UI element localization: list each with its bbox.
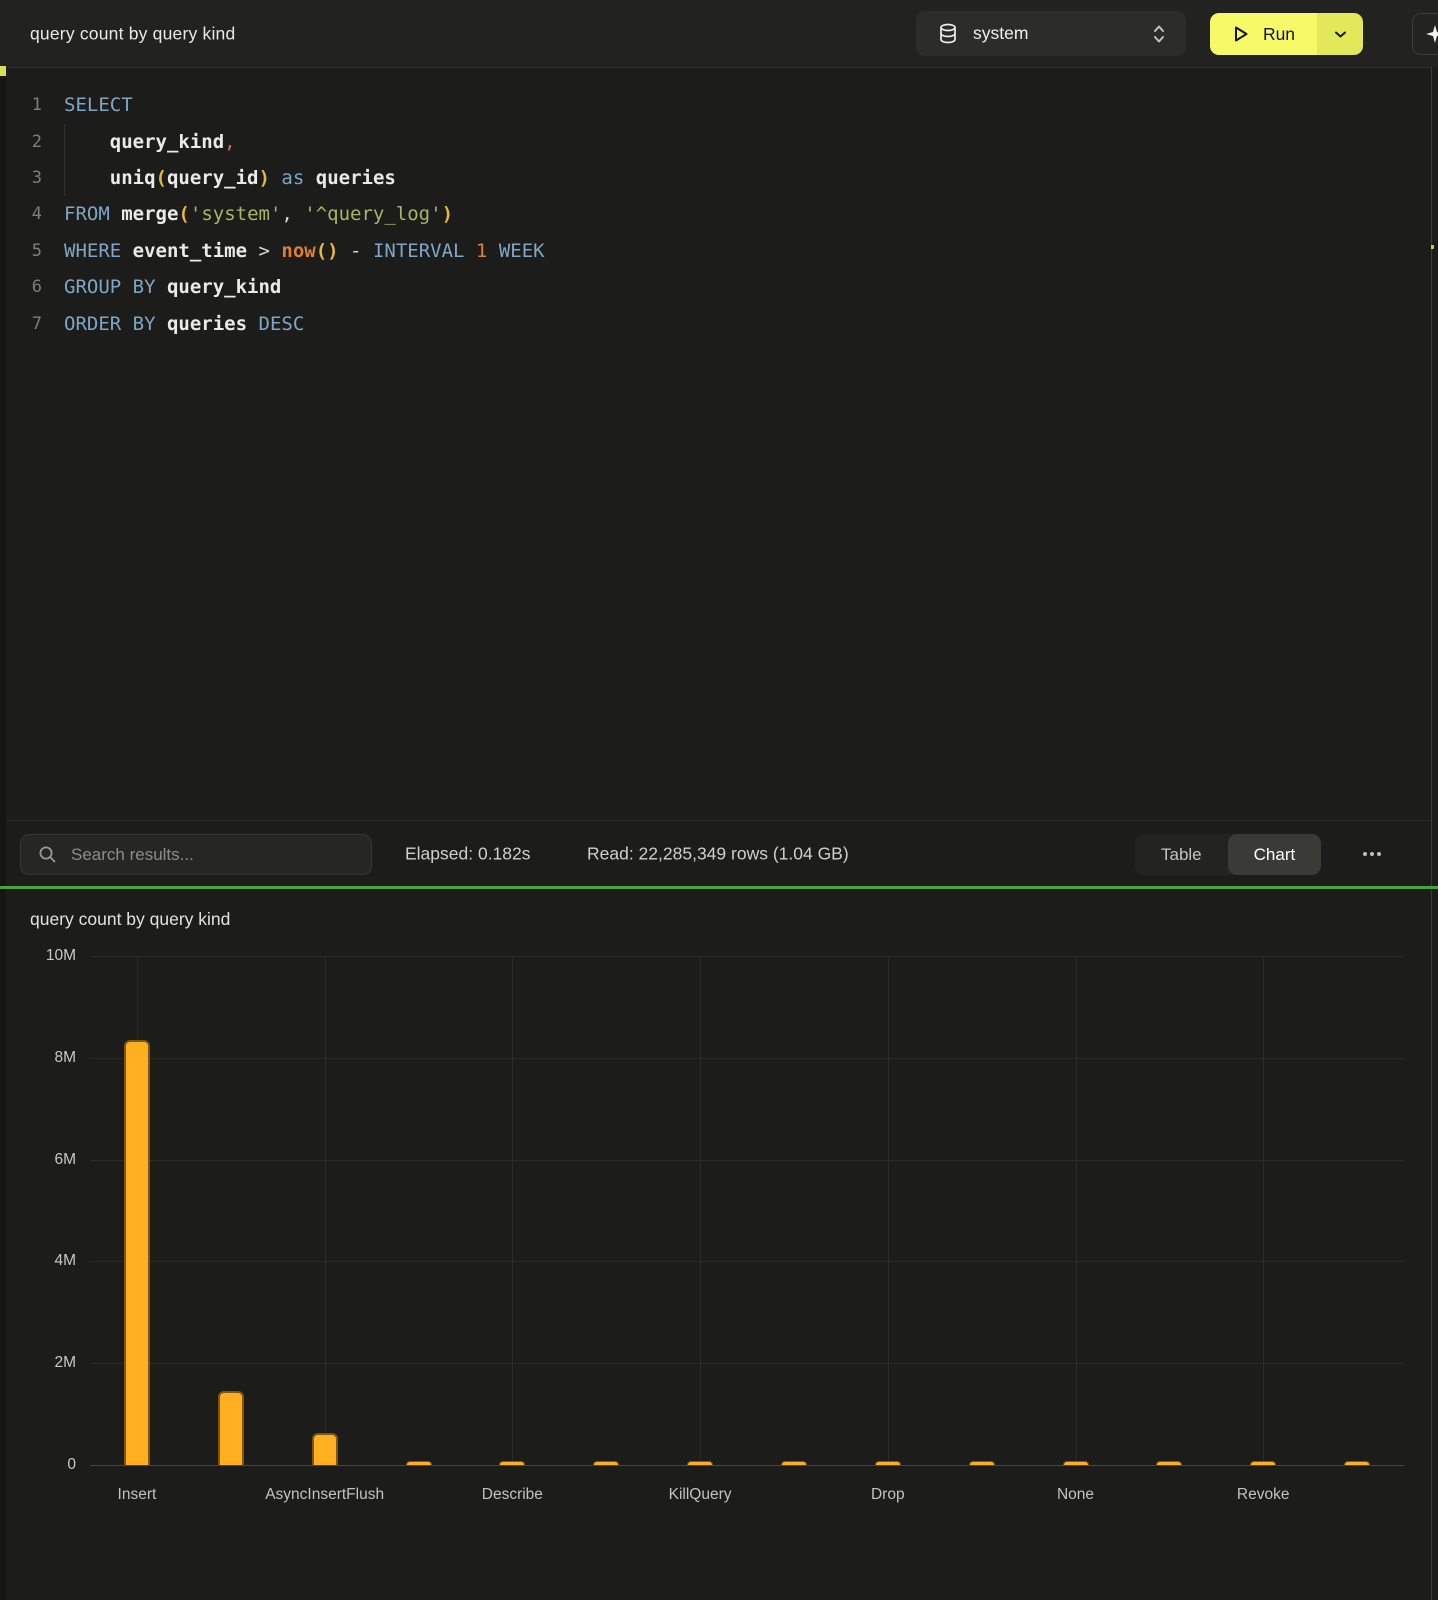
elapsed-stat: Elapsed: 0.182s	[405, 843, 531, 864]
sql-editor[interactable]: 1SELECT2 query_kind,3 uniq(query_id) as …	[6, 67, 1431, 820]
bar[interactable]	[781, 1461, 807, 1465]
grid-line-x	[1263, 956, 1264, 1465]
y-tick-label: 10M	[46, 947, 76, 965]
tab-table[interactable]: Table	[1135, 834, 1228, 875]
database-selector[interactable]: system	[916, 11, 1186, 56]
play-icon	[1232, 24, 1250, 44]
bar[interactable]	[593, 1461, 619, 1465]
bar[interactable]	[312, 1433, 338, 1465]
y-tick-label: 0	[67, 1456, 76, 1474]
grid-line-y	[90, 956, 1404, 957]
search-results-input[interactable]	[69, 844, 354, 866]
grid-line-y	[90, 1160, 1404, 1161]
y-tick-label: 4M	[54, 1252, 76, 1270]
code-text: FROM merge('system', '^query_log')	[64, 203, 453, 225]
grid-line-x	[512, 956, 513, 1465]
code-line[interactable]: 6 GROUP BY query_kind	[6, 269, 1431, 305]
bar[interactable]	[875, 1461, 901, 1465]
assist-button[interactable]	[1412, 13, 1438, 55]
indent-guide	[64, 124, 65, 196]
search-icon	[38, 845, 57, 864]
code-text: uniq(query_id) as queries	[64, 167, 396, 189]
line-number: 2	[6, 132, 42, 152]
line-number: 1	[6, 95, 42, 115]
line-number: 6	[6, 277, 42, 297]
x-tick-label: Revoke	[1153, 1486, 1373, 1504]
grid-line-y	[90, 1363, 1404, 1364]
run-button[interactable]: Run	[1210, 13, 1363, 55]
code-line[interactable]: 2 query_kind,	[6, 123, 1431, 159]
code-text: query_kind,	[64, 131, 236, 153]
bar[interactable]	[406, 1461, 432, 1465]
code-line[interactable]: 4 FROM merge('system', '^query_log')	[6, 196, 1431, 232]
chart-panel: query count by query kind 0 2M 4M 6M 8M 10M I…	[6, 889, 1431, 1600]
more-icon	[1363, 852, 1367, 856]
bar[interactable]	[218, 1391, 244, 1465]
search-results-box[interactable]	[20, 834, 372, 875]
chart-title: query count by query kind	[30, 909, 230, 930]
code-text: GROUP BY query_kind	[64, 276, 281, 298]
y-tick-label: 6M	[54, 1151, 76, 1169]
top-bar: query count by query kind system Run	[0, 0, 1438, 67]
bar[interactable]	[1156, 1461, 1182, 1465]
bar-chart-plot: InsertAsyncInsertFlushDescribeKillQueryD…	[90, 956, 1404, 1465]
y-tick-label: 2M	[54, 1354, 76, 1372]
run-options-button[interactable]	[1317, 13, 1363, 55]
bar[interactable]	[687, 1461, 713, 1465]
chevron-down-icon	[1334, 30, 1347, 39]
grid-line-y	[90, 1465, 1404, 1466]
y-axis-labels: 02M4M6M8M10M	[6, 956, 76, 1465]
tab-chart[interactable]: Chart	[1228, 834, 1322, 875]
y-tick-label: 8M	[54, 1049, 76, 1067]
line-number: 7	[6, 314, 42, 334]
grid-line-x	[1076, 956, 1077, 1465]
bar[interactable]	[124, 1040, 150, 1465]
right-border	[1431, 67, 1432, 1600]
database-icon	[938, 23, 958, 45]
code-lines: 1SELECT2 query_kind,3 uniq(query_id) as …	[6, 87, 1431, 342]
grid-line-x	[325, 956, 326, 1465]
code-text: ORDER BY queries DESC	[64, 313, 304, 335]
code-text: SELECT	[64, 94, 133, 116]
code-line[interactable]: 1 SELECT	[6, 87, 1431, 123]
view-toggle: Table Chart	[1135, 834, 1321, 875]
grid-line-x	[700, 956, 701, 1465]
grid-line-y	[90, 1261, 1404, 1262]
run-button-label: Run	[1263, 24, 1295, 45]
more-options-button[interactable]	[1355, 833, 1389, 875]
grid-line-x	[888, 956, 889, 1465]
run-button-main[interactable]: Run	[1210, 13, 1317, 55]
read-stat: Read: 22,285,349 rows (1.04 GB)	[587, 843, 849, 864]
code-text: WHERE event_time > now() - INTERVAL 1 WE…	[64, 240, 545, 262]
line-number: 5	[6, 241, 42, 261]
bar[interactable]	[499, 1461, 525, 1465]
code-line[interactable]: 7 ORDER BY queries DESC	[6, 305, 1431, 341]
updown-chevrons-icon	[1151, 23, 1167, 45]
sparkle-icon	[1425, 24, 1438, 44]
code-line[interactable]: 5 WHERE event_time > now() - INTERVAL 1 W…	[6, 233, 1431, 269]
database-name: system	[973, 23, 1028, 44]
line-number: 3	[6, 168, 42, 188]
results-toolbar: Elapsed: 0.182s Read: 22,285,349 rows (1…	[6, 820, 1431, 886]
bar[interactable]	[1063, 1461, 1089, 1465]
bar[interactable]	[1344, 1461, 1370, 1465]
grid-line-y	[90, 1058, 1404, 1059]
line-number: 4	[6, 204, 42, 224]
code-line[interactable]: 3 uniq(query_id) as queries	[6, 160, 1431, 196]
query-title: query count by query kind	[30, 23, 235, 44]
bar[interactable]	[969, 1461, 995, 1465]
bar[interactable]	[1250, 1461, 1276, 1465]
